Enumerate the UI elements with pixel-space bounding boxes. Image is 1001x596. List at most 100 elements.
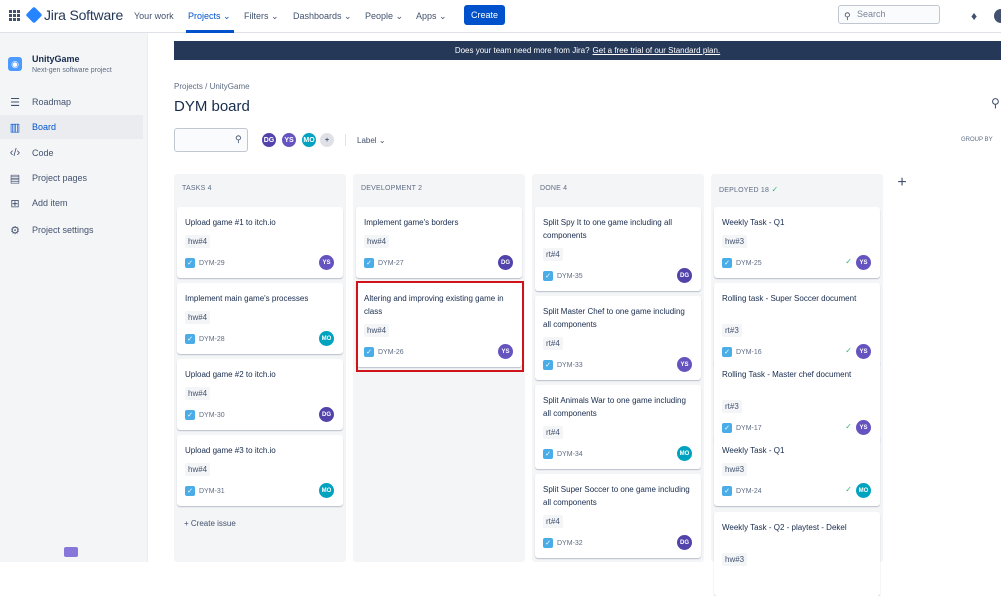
- card-label: hw#3: [722, 235, 748, 248]
- issue-key: ✓ DYM-35: [543, 271, 583, 281]
- roadmap-icon: ☰: [10, 96, 20, 109]
- task-type-icon: ✓: [543, 449, 553, 459]
- issue-key: ✓ DYM-24: [722, 486, 762, 496]
- issue-card[interactable]: Weekly Task - Q1 hw#3 ✓ DYM-24 ✓ MO: [714, 435, 880, 506]
- resolved-check-icon: ✓: [845, 422, 852, 431]
- card-title: Weekly Task - Q1: [722, 446, 785, 455]
- add-people-icon[interactable]: +: [318, 131, 336, 149]
- assignee-avatar[interactable]: YS: [856, 255, 871, 270]
- issue-card[interactable]: Split Animals War to one game including …: [535, 385, 701, 469]
- assignee-avatar[interactable]: DG: [498, 255, 513, 270]
- avatar-filter-ys[interactable]: YS: [280, 131, 298, 149]
- card-label: rt#4: [543, 248, 563, 261]
- card-label: rt#4: [543, 337, 563, 350]
- chevron-down-icon: ⌄: [271, 11, 279, 21]
- issue-card[interactable]: Split Spy It to one game including all c…: [535, 207, 701, 291]
- search-placeholder: Search: [857, 9, 886, 19]
- issue-card[interactable]: Upload game #1 to itch.io hw#4 ✓ DYM-29 YS: [177, 207, 343, 278]
- assignee-avatar[interactable]: YS: [856, 344, 871, 359]
- assignee-avatar[interactable]: DG: [319, 407, 334, 422]
- project-name[interactable]: UnityGame: [32, 54, 80, 64]
- assignee-avatar[interactable]: DG: [677, 535, 692, 550]
- nav-apps[interactable]: Apps ⌄: [416, 11, 447, 22]
- app-switcher-icon[interactable]: [9, 10, 20, 21]
- user-avatar[interactable]: [994, 9, 1001, 23]
- resolved-check-icon: ✓: [845, 346, 852, 355]
- create-button[interactable]: Create: [464, 5, 505, 25]
- task-type-icon: ✓: [543, 538, 553, 548]
- assignee-avatar[interactable]: MO: [856, 483, 871, 498]
- active-nav-underline: [186, 30, 234, 33]
- issue-card[interactable]: Split Super Soccer to one game including…: [535, 474, 701, 558]
- issue-key: ✓ DYM-29: [185, 258, 225, 268]
- chevron-down-icon: ⌄: [223, 11, 231, 21]
- sidebar-item-add-item[interactable]: ⊞ Add item: [0, 191, 143, 215]
- group-by-label[interactable]: GROUP BY: [961, 137, 993, 143]
- create-issue-button[interactable]: + Create issue: [184, 519, 236, 528]
- task-type-icon: ✓: [543, 271, 553, 281]
- assignee-avatar[interactable]: DG: [677, 268, 692, 283]
- assignee-avatar[interactable]: YS: [319, 255, 334, 270]
- sidebar-item-project-pages[interactable]: ▤ Project pages: [0, 166, 143, 190]
- assignee-avatar[interactable]: MO: [677, 446, 692, 461]
- card-title: Weekly Task - Q2 - playtest - Dekel: [722, 523, 847, 532]
- banner-text: Does your team need more from Jira?: [454, 46, 590, 55]
- avatar-filter-dg[interactable]: DG: [260, 131, 278, 149]
- jira-logo[interactable]: Jira Software: [25, 6, 123, 24]
- avatar-filter-mo[interactable]: MO: [300, 131, 318, 149]
- task-type-icon: ✓: [722, 347, 732, 357]
- nav-dashboards[interactable]: Dashboards ⌄: [293, 11, 352, 22]
- assignee-avatar[interactable]: MO: [319, 483, 334, 498]
- board-search-input[interactable]: ⚲: [174, 128, 248, 152]
- assignee-avatar[interactable]: MO: [319, 331, 334, 346]
- task-type-icon: ✓: [722, 423, 732, 433]
- breadcrumb[interactable]: Projects / UnityGame: [174, 82, 250, 91]
- card-title: Split Spy It to one game including all c…: [543, 218, 672, 240]
- page-title: DYM board: [174, 98, 250, 115]
- jira-diamond-icon: [25, 6, 43, 24]
- sidebar-item-project-settings[interactable]: ⚙ Project settings: [0, 218, 143, 242]
- nav-people[interactable]: People ⌄: [365, 11, 403, 22]
- global-search-input[interactable]: ⚲ Search: [838, 5, 940, 24]
- nav-filters[interactable]: Filters ⌄: [244, 11, 279, 22]
- add-column-button[interactable]: +: [893, 174, 911, 192]
- card-title: Split Animals War to one game including …: [543, 396, 686, 418]
- issue-card[interactable]: Upload game #3 to itch.io hw#4 ✓ DYM-31 MO: [177, 435, 343, 506]
- feedback-icon[interactable]: [64, 547, 78, 557]
- column-header: DONE 4: [540, 185, 568, 192]
- banner-trial-link[interactable]: Get a free trial of our Standard plan.: [593, 46, 721, 55]
- nav-projects[interactable]: Projects ⌄: [188, 11, 231, 22]
- task-type-icon: ✓: [185, 486, 195, 496]
- board-settings-icon[interactable]: ⚲: [991, 96, 1000, 110]
- done-check-icon: ✓: [769, 185, 779, 194]
- sidebar-item-code[interactable]: ‹/› Code: [0, 141, 143, 165]
- issue-key: ✓ DYM-31: [185, 486, 225, 496]
- assignee-avatar[interactable]: YS: [677, 357, 692, 372]
- issue-key: ✓ DYM-27: [364, 258, 404, 268]
- card-title: Upload game #1 to itch.io: [185, 218, 276, 227]
- chevron-down-icon: ⌄: [378, 136, 386, 145]
- issue-card[interactable]: Implement game's borders hw#4 ✓ DYM-27 DG: [356, 207, 522, 278]
- issue-card[interactable]: Upload game #2 to itch.io hw#4 ✓ DYM-30 DG: [177, 359, 343, 430]
- issue-card[interactable]: Weekly Task - Q2 - playtest - Dekel hw#3: [714, 512, 880, 596]
- issue-card[interactable]: Weekly Task - Q1 hw#3 ✓ DYM-25 ✓ YS: [714, 207, 880, 278]
- sidebar-item-board[interactable]: ▥ Board: [0, 115, 143, 139]
- upgrade-banner: Does your team need more from Jira? Get …: [174, 41, 1001, 60]
- task-type-icon: ✓: [543, 360, 553, 370]
- card-title: Weekly Task - Q1: [722, 218, 785, 227]
- card-title: Rolling task - Super Soccer document: [722, 294, 857, 303]
- issue-key: ✓ DYM-32: [543, 538, 583, 548]
- card-title: Implement main game's processes: [185, 294, 309, 303]
- column-header: TASKS 4: [182, 185, 212, 192]
- issue-card[interactable]: Split Master Chef to one game including …: [535, 296, 701, 380]
- notifications-icon[interactable]: ♦: [971, 9, 977, 23]
- sidebar-item-roadmap[interactable]: ☰ Roadmap: [0, 90, 143, 114]
- issue-card[interactable]: Implement main game's processes hw#4 ✓ DYM-…: [177, 283, 343, 354]
- assignee-avatar[interactable]: YS: [856, 420, 871, 435]
- issue-card[interactable]: Rolling Task - Master chef document rt#3 ✓…: [714, 359, 880, 443]
- nav-your-work[interactable]: Your work: [134, 11, 174, 21]
- filter-divider: [345, 134, 346, 146]
- issue-card[interactable]: Rolling task - Super Soccer document rt#3…: [714, 283, 880, 367]
- label-filter-dropdown[interactable]: Label ⌄: [357, 136, 386, 145]
- card-title: Implement game's borders: [364, 218, 459, 227]
